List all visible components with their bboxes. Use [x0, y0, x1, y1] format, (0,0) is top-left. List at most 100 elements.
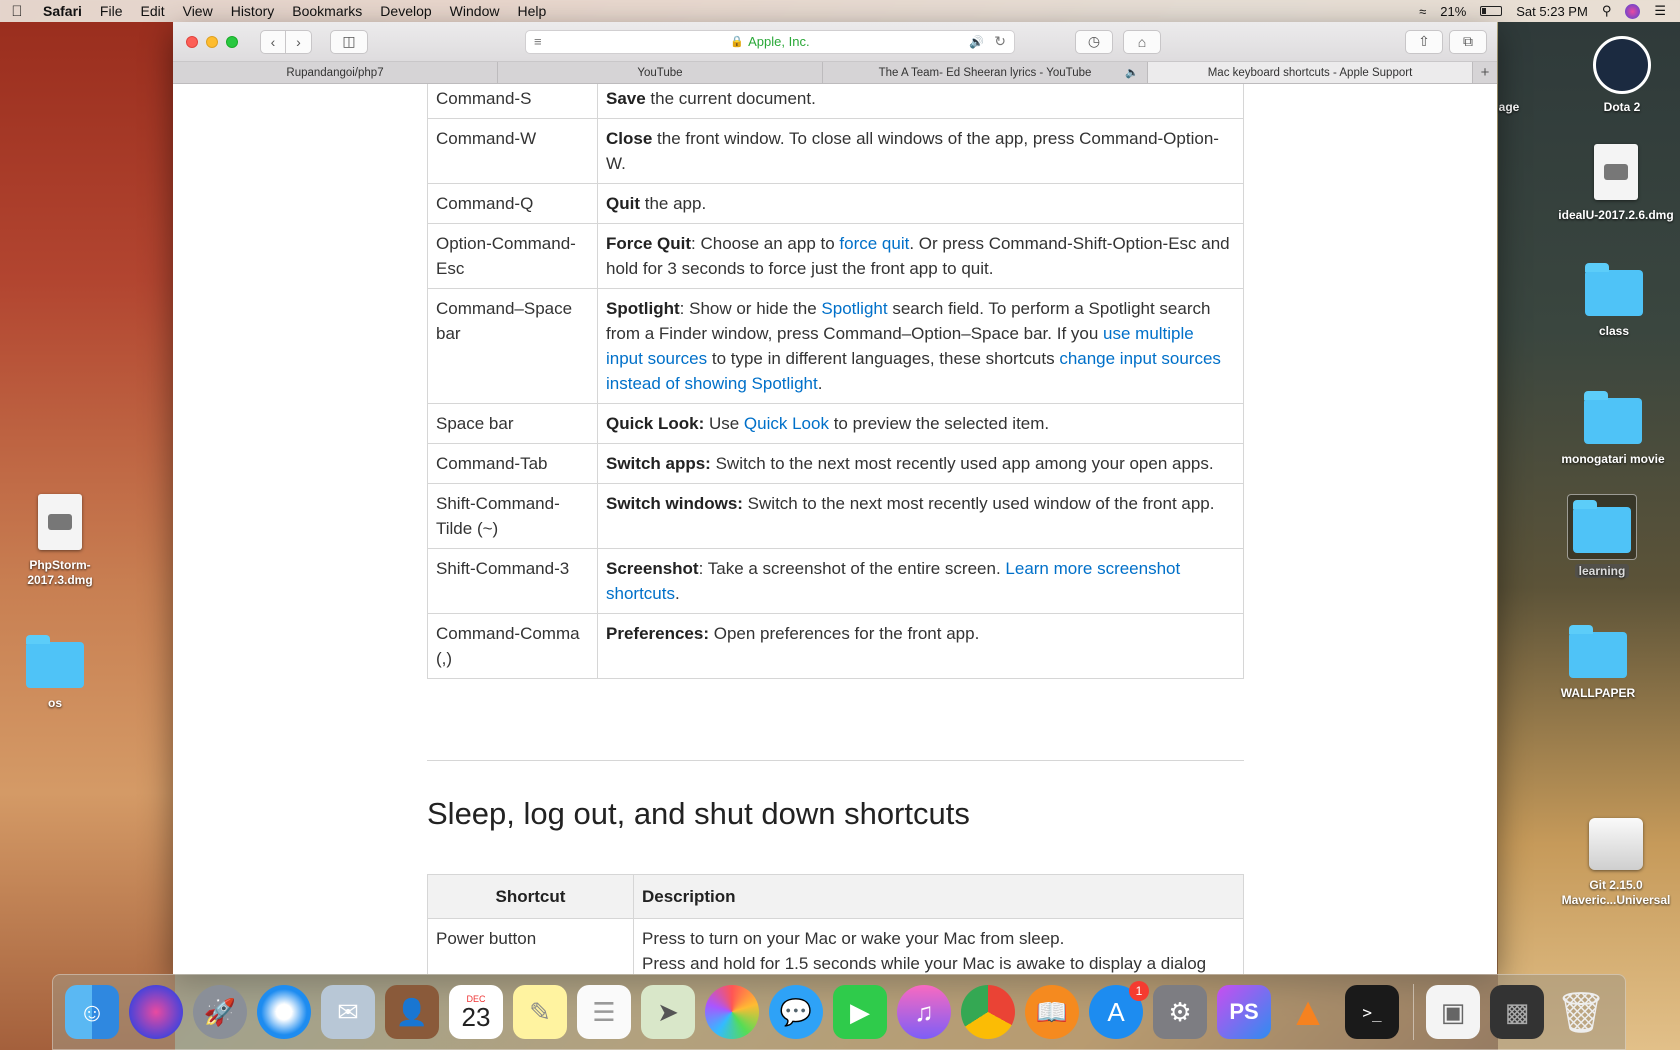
quick-look-link[interactable]: Quick Look [744, 414, 829, 433]
minimize-window-button[interactable] [206, 35, 218, 48]
phpstorm-icon[interactable]: PS [1217, 985, 1271, 1039]
speaker-icon[interactable]: 🔈 [1125, 66, 1139, 79]
description-cell: Switch apps: Switch to the next most rec… [597, 443, 1244, 484]
facetime-icon[interactable]: ▶ [833, 985, 887, 1039]
desktop-icon-wallpaper[interactable]: WALLPAPER [1538, 625, 1658, 701]
new-tab-button[interactable]: + [1473, 62, 1497, 83]
menu-view[interactable]: View [174, 3, 222, 19]
menu-bookmarks[interactable]: Bookmarks [283, 3, 371, 19]
desktop-icon-git-installer[interactable]: Git 2.15.0 Maveric...Universal [1554, 818, 1678, 908]
terminal-icon[interactable]: >_ [1345, 985, 1399, 1039]
reload-icon[interactable]: ↻ [994, 33, 1006, 50]
itunes-icon[interactable]: ♫ [897, 985, 951, 1039]
share-button[interactable]: ⇧ [1405, 29, 1443, 54]
safari-icon[interactable]: ✦ [257, 985, 311, 1039]
apple-menu-icon[interactable]:  [0, 3, 34, 20]
menu-window[interactable]: Window [441, 3, 509, 19]
description-cell: Close the front window. To close all win… [597, 118, 1244, 184]
folder-icon [1569, 625, 1627, 678]
system-preferences-icon[interactable]: ⚙ [1153, 985, 1207, 1039]
siri-icon[interactable] [129, 985, 183, 1039]
desktop-icon-learning[interactable]: learning [1542, 494, 1662, 579]
desktop-icon-class[interactable]: class [1554, 263, 1674, 339]
launchpad-icon[interactable]: 🚀 [193, 985, 247, 1039]
shortcut-cell: Command-Q [427, 183, 598, 224]
close-window-button[interactable] [186, 35, 198, 48]
notification-center-icon[interactable]: ☰ [1654, 3, 1666, 19]
photos-icon[interactable] [705, 985, 759, 1039]
menu-file[interactable]: File [91, 3, 132, 19]
desktop-icon-idealu-dmg[interactable]: idealU-2017.2.6.dmg [1554, 144, 1678, 223]
reminders-icon[interactable]: ☰ [577, 985, 631, 1039]
menu-help[interactable]: Help [508, 3, 555, 19]
calendar-icon[interactable]: DEC 23 [449, 985, 503, 1039]
maps-icon[interactable]: ➤ [641, 985, 695, 1039]
desktop-icon-phpstorm-dmg[interactable]: PhpStorm-2017.3.dmg [0, 494, 120, 588]
section-divider [427, 760, 1244, 761]
column-header-shortcut: Shortcut [427, 874, 634, 919]
menu-history[interactable]: History [222, 3, 284, 19]
reader-view-icon[interactable]: ≡ [534, 34, 542, 49]
table-row: Command-Tab Switch apps: Switch to the n… [427, 443, 1244, 484]
steam-icon [1593, 36, 1651, 94]
tab-youtube[interactable]: YouTube [498, 62, 823, 83]
contacts-icon[interactable]: 👤 [385, 985, 439, 1039]
spotlight-search-icon[interactable]: ⚲ [1602, 3, 1612, 19]
force-quit-link[interactable]: force quit [839, 234, 909, 253]
shortcut-cell: Option-Command-Esc [427, 223, 598, 289]
shortcuts-table-container: Command-S Save the current document. Com… [427, 84, 1244, 679]
desktop-icon-partial[interactable]: age [1494, 100, 1524, 115]
table-row: Command-Q Quit the app. [427, 183, 1244, 224]
battery-percent[interactable]: 21% [1440, 4, 1466, 19]
address-bar[interactable]: ≡ 🔒 Apple, Inc. 🔊 ↻ [525, 29, 1015, 54]
messages-icon[interactable]: 💬 [769, 985, 823, 1039]
menu-edit[interactable]: Edit [131, 3, 173, 19]
folder-icon [1585, 263, 1643, 316]
plus-icon: + [1480, 64, 1490, 81]
vlc-icon[interactable]: ▲ [1281, 985, 1335, 1039]
table-row: Command-Comma (,) Preferences: Open pref… [427, 613, 1244, 679]
battery-icon[interactable] [1480, 6, 1503, 16]
share-icon: ⇧ [1418, 33, 1430, 49]
ibooks-icon[interactable]: 📖 [1025, 985, 1079, 1039]
chrome-icon[interactable] [961, 985, 1015, 1039]
tab-mac-keyboard-shortcuts[interactable]: Mac keyboard shortcuts - Apple Support [1148, 62, 1473, 83]
desktop-icon-dota2[interactable]: Dota 2 [1562, 36, 1680, 115]
table-row: Space bar Quick Look: Use Quick Look to … [427, 403, 1244, 444]
wifi-icon[interactable]: ≈ [1419, 4, 1426, 19]
home-button[interactable]: ⌂ [1123, 29, 1161, 54]
minimized-window-icon[interactable]: ▩ [1490, 985, 1544, 1039]
shortcut-cell: Command-S [427, 84, 598, 119]
disk-image-icon [1594, 144, 1638, 200]
tab-rupandangoi-php7[interactable]: Rupandangoi/php7 [173, 62, 498, 83]
shortcut-cell: Command-Comma (,) [427, 613, 598, 679]
description-cell: Switch windows: Switch to the next most … [597, 483, 1244, 549]
show-all-tabs-button[interactable]: ⧉ [1449, 29, 1487, 54]
audio-playing-icon[interactable]: 🔊 [969, 35, 984, 49]
history-button[interactable]: ◷ [1075, 29, 1113, 54]
table-row: Command-S Save the current document. [427, 84, 1244, 119]
siri-menu-icon[interactable] [1625, 3, 1641, 19]
sidebar-toggle-button[interactable]: ◫ [330, 29, 368, 54]
clock[interactable]: Sat 5:23 PM [1516, 4, 1588, 19]
description-cell: Quit the app. [597, 183, 1244, 224]
safari-toolbar: ‹ › ◫ ≡ 🔒 Apple, Inc. 🔊 ↻ ◷ ⌂ ⇧ ⧉ [173, 22, 1497, 62]
notes-icon[interactable]: ✎ [513, 985, 567, 1039]
menu-app-safari[interactable]: Safari [34, 3, 91, 19]
app-store-icon[interactable]: A1 [1089, 981, 1149, 1039]
trash-icon[interactable]: 🗑 [1554, 985, 1608, 1039]
tab-ed-sheeran-lyrics[interactable]: The A Team- Ed Sheeran lyrics - YouTube 🔈 [823, 62, 1148, 83]
mail-icon[interactable]: ✉ [321, 985, 375, 1039]
description-cell: Quick Look: Use Quick Look to preview th… [597, 403, 1244, 444]
forward-button[interactable]: › [286, 29, 312, 54]
menu-develop[interactable]: Develop [371, 3, 440, 19]
desktop-icon-monogatari-movie[interactable]: monogatari movie [1546, 391, 1680, 467]
finder-icon[interactable]: ☺ [65, 985, 119, 1039]
back-button[interactable]: ‹ [260, 29, 286, 54]
shortcut-cell: Command–Space bar [427, 288, 598, 404]
fullscreen-window-button[interactable] [226, 35, 238, 48]
table-row: Command-W Close the front window. To clo… [427, 118, 1244, 184]
desktop-icon-os[interactable]: os [0, 635, 115, 711]
spotlight-link[interactable]: Spotlight [821, 299, 887, 318]
downloads-stack-icon[interactable]: ▣ [1426, 985, 1480, 1039]
